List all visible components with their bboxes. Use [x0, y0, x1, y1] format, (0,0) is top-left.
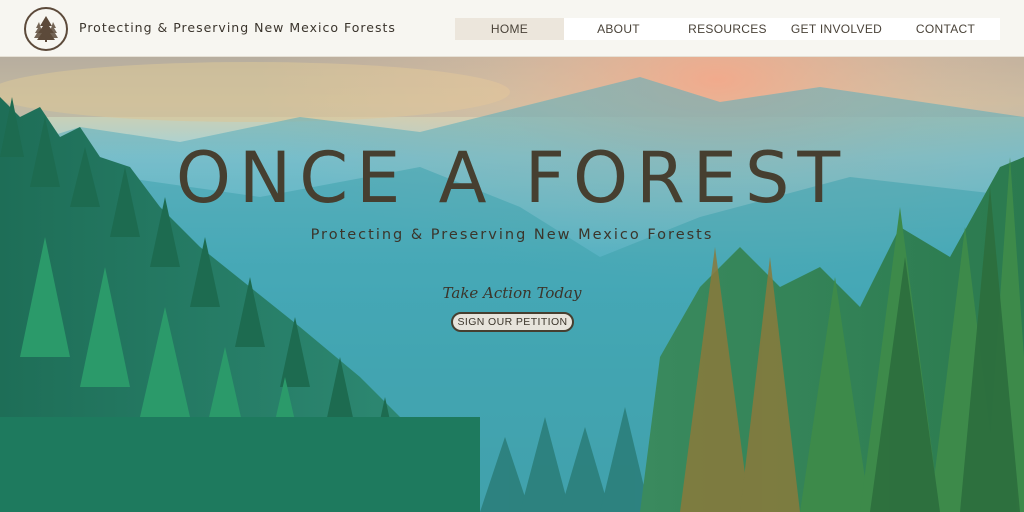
hero-subtitle: Protecting & Preserving New Mexico Fores…: [310, 227, 714, 243]
nav-item-resources[interactable]: RESOURCES: [673, 18, 782, 40]
take-action-label: Take Action Today: [442, 284, 582, 302]
nav-item-about[interactable]: ABOUT: [564, 18, 673, 40]
hero-title: ONCE A FOREST: [175, 137, 849, 219]
nav-item-contact[interactable]: CONTACT: [891, 18, 1000, 40]
hero-section: ONCE A FOREST Protecting & Preserving Ne…: [0, 57, 1024, 512]
site-title[interactable]: Protecting & Preserving New Mexico Fores…: [79, 20, 396, 35]
site-header: Protecting & Preserving New Mexico Fores…: [0, 0, 1024, 57]
sign-petition-button[interactable]: SIGN OUR PETITION: [451, 312, 574, 332]
main-nav: HOME ABOUT RESOURCES GET INVOLVED CONTAC…: [455, 18, 1000, 40]
nav-item-get-involved[interactable]: GET INVOLVED: [782, 18, 891, 40]
nav-item-home[interactable]: HOME: [455, 18, 564, 40]
tree-logo-icon[interactable]: [24, 7, 68, 51]
